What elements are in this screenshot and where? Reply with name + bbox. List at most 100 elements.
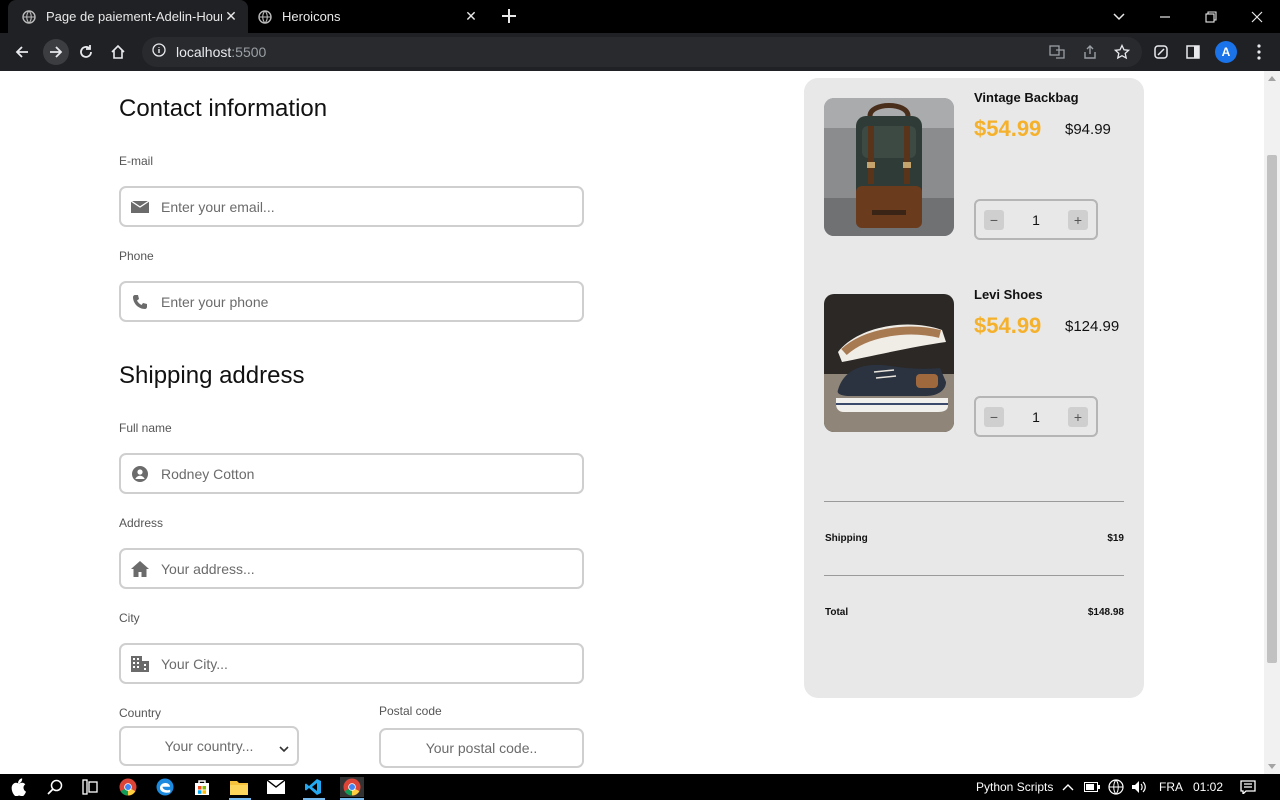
postal-code-field[interactable]: Your postal code..: [379, 728, 584, 768]
scrollbar-thumb[interactable]: [1267, 155, 1277, 663]
quantity-stepper[interactable]: − 1 +: [974, 199, 1098, 240]
product-image-shoes: [824, 294, 954, 432]
address-bar[interactable]: localhost:5500: [142, 37, 1142, 67]
envelope-icon: [130, 197, 150, 217]
email-label: E-mail: [119, 154, 154, 168]
total-label: Total: [825, 607, 849, 618]
postal-label: Postal code: [379, 704, 442, 718]
start-apple-icon[interactable]: [8, 777, 28, 797]
country-selected: Your country...: [164, 738, 254, 754]
decrement-button[interactable]: −: [984, 209, 1004, 230]
fullname-label: Full name: [119, 421, 172, 435]
phone-field[interactable]: Enter your phone: [119, 281, 584, 322]
side-panel-icon[interactable]: [1183, 42, 1203, 62]
reload-icon[interactable]: [75, 41, 97, 63]
original-price: $94.99: [1065, 121, 1111, 138]
close-tab-icon[interactable]: ✕: [464, 8, 478, 24]
url-host: localhost: [176, 44, 232, 60]
address-field[interactable]: Your address...: [119, 548, 584, 589]
store-icon[interactable]: [192, 777, 212, 797]
extension-icon[interactable]: [1151, 42, 1171, 62]
tab-title: Heroicons: [282, 9, 341, 24]
product-image-backpack: [824, 98, 954, 236]
windows-taskbar: Python Scripts FRA 01:02: [0, 774, 1280, 800]
profile-avatar[interactable]: A: [1215, 41, 1237, 63]
quantity-value: 1: [1032, 211, 1040, 228]
address-label: Address: [119, 516, 164, 530]
info-icon[interactable]: [152, 42, 166, 62]
chevron-down-icon: [279, 740, 289, 756]
city-label: City: [119, 611, 140, 625]
translate-icon[interactable]: [1047, 42, 1067, 62]
search-icon[interactable]: [45, 777, 65, 797]
scroll-up-arrow-icon[interactable]: [1268, 76, 1276, 81]
order-summary-panel: Vintage Backbag $54.99 $94.99 − 1 + Levi…: [804, 78, 1144, 698]
edge-icon[interactable]: [155, 777, 175, 797]
email-field[interactable]: Enter your email...: [119, 186, 584, 227]
quantity-stepper[interactable]: − 1 +: [974, 396, 1098, 437]
task-view-icon[interactable]: [80, 777, 100, 797]
restore-icon[interactable]: [1200, 6, 1222, 28]
new-tab-icon[interactable]: [500, 7, 518, 25]
contact-title: Contact information: [119, 95, 328, 122]
url-port: :5500: [231, 44, 267, 60]
language-indicator[interactable]: FRA: [1159, 780, 1183, 794]
url-text: localhost:5500: [176, 44, 266, 60]
tab-payment-page[interactable]: Page de paiement-Adelin-Hounhouedo ✕: [8, 0, 248, 33]
increment-button[interactable]: +: [1067, 406, 1088, 427]
bookmark-star-icon[interactable]: [1112, 42, 1132, 62]
share-icon[interactable]: [1080, 42, 1100, 62]
total-value: $148.98: [1087, 607, 1124, 618]
file-explorer-icon[interactable]: [229, 777, 249, 797]
mail-icon[interactable]: [266, 777, 286, 797]
vscode-icon[interactable]: [303, 777, 323, 797]
home-icon[interactable]: [107, 41, 129, 63]
more-menu-icon[interactable]: [1249, 42, 1269, 62]
building-icon: [130, 654, 150, 674]
tab-title: Page de paiement-Adelin-Hounhouedo: [46, 9, 222, 24]
scroll-down-arrow-icon[interactable]: [1268, 764, 1276, 769]
close-tab-icon[interactable]: ✕: [224, 8, 238, 24]
chrome-icon[interactable]: [340, 777, 364, 797]
phone-placeholder: Enter your phone: [161, 293, 269, 310]
back-arrow-icon[interactable]: [11, 41, 33, 63]
city-placeholder: Your City...: [161, 655, 228, 672]
country-select[interactable]: Your country...: [119, 726, 299, 766]
original-price: $124.99: [1065, 318, 1120, 335]
user-circle-icon: [130, 464, 150, 484]
python-scripts-label[interactable]: Python Scripts: [976, 780, 1053, 794]
chrome-icon[interactable]: [118, 777, 138, 797]
clock-time[interactable]: 01:02: [1193, 780, 1223, 794]
speaker-icon[interactable]: [1129, 777, 1149, 797]
page-scrollbar[interactable]: [1264, 71, 1280, 774]
page-viewport: Contact information E-mail Enter your em…: [0, 71, 1264, 774]
minimize-icon[interactable]: [1154, 6, 1176, 28]
summary-divider: [824, 575, 1124, 576]
sale-price: $54.99: [974, 313, 1042, 338]
close-window-icon[interactable]: [1246, 6, 1268, 28]
network-globe-icon[interactable]: [1106, 777, 1126, 797]
globe-icon: [22, 9, 36, 24]
quantity-value: 1: [1032, 408, 1040, 425]
phone-label: Phone: [119, 249, 154, 263]
chevron-up-icon[interactable]: [1058, 777, 1078, 797]
home-icon: [130, 559, 150, 579]
browser-toolbar: localhost:5500 A: [0, 33, 1280, 71]
product-name: Levi Shoes: [974, 287, 1043, 302]
shipping-cost-label: Shipping: [825, 533, 868, 544]
fullname-field[interactable]: Rodney Cotton: [119, 453, 584, 494]
email-placeholder: Enter your email...: [161, 198, 275, 215]
increment-button[interactable]: +: [1067, 209, 1088, 230]
address-placeholder: Your address...: [161, 560, 255, 577]
product-name: Vintage Backbag: [974, 90, 1079, 105]
tab-heroicons[interactable]: Heroicons ✕: [250, 0, 488, 33]
battery-icon[interactable]: [1082, 777, 1102, 797]
summary-divider: [824, 501, 1124, 502]
globe-icon: [258, 9, 272, 24]
country-label: Country: [119, 706, 162, 720]
tab-search-chevron-icon[interactable]: [1108, 6, 1130, 28]
city-field[interactable]: Your City...: [119, 643, 584, 684]
notifications-icon[interactable]: [1238, 777, 1258, 797]
decrement-button[interactable]: −: [984, 406, 1004, 427]
forward-arrow-icon[interactable]: [43, 39, 69, 65]
